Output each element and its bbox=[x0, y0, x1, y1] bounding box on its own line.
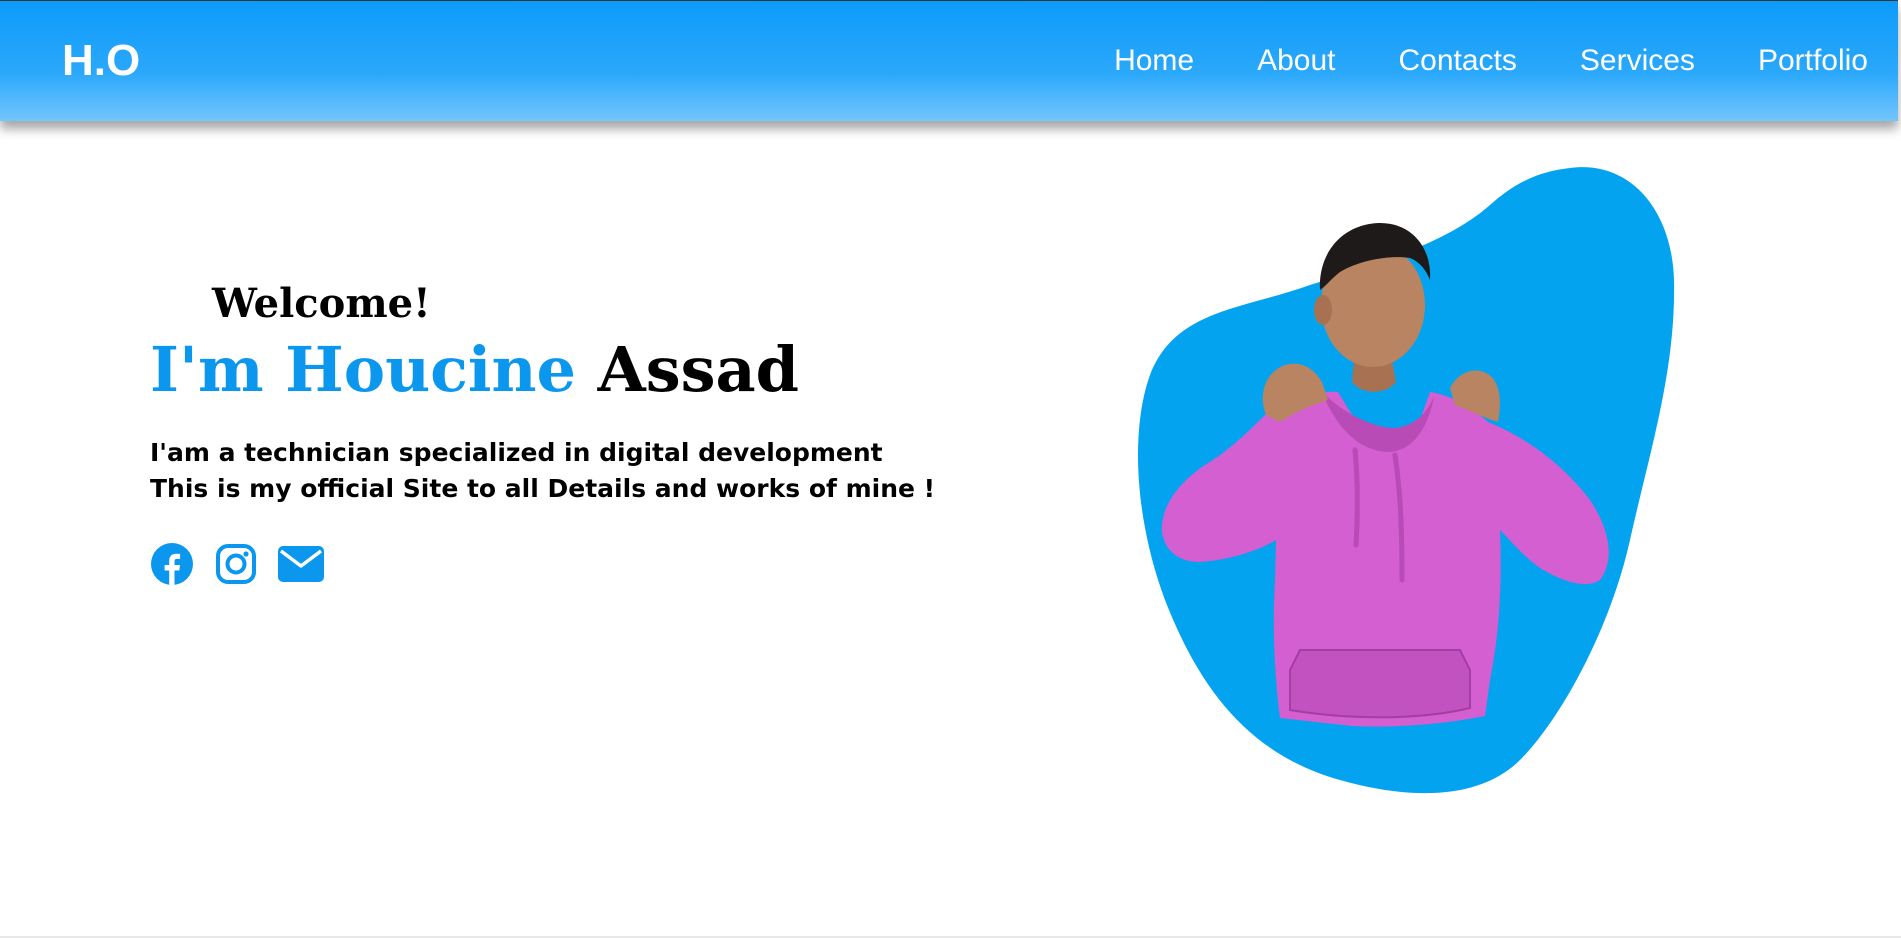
nav-link-portfolio[interactable]: Portfolio bbox=[1758, 41, 1868, 81]
hero-portrait bbox=[1090, 160, 1690, 800]
description-line-1: I'am a technician specialized in digital… bbox=[150, 438, 883, 467]
welcome-heading: Welcome! bbox=[212, 280, 431, 327]
social-links bbox=[150, 542, 324, 591]
facebook-icon[interactable] bbox=[150, 542, 194, 591]
description-line-2: This is my official Site to all Details … bbox=[150, 474, 936, 503]
name-last: Assad bbox=[597, 333, 800, 406]
instagram-icon[interactable] bbox=[214, 542, 258, 591]
name-first: I'm Houcine bbox=[150, 333, 598, 406]
nav-link-about[interactable]: About bbox=[1257, 41, 1335, 81]
envelope-icon[interactable] bbox=[278, 546, 324, 587]
nav-link-home[interactable]: Home bbox=[1114, 41, 1194, 81]
hero-description: I'am a technician specialized in digital… bbox=[150, 435, 935, 507]
nav-link-services[interactable]: Services bbox=[1580, 41, 1695, 81]
nav-links: Home About Contacts Services Portfolio bbox=[1051, 41, 1868, 81]
nav-link-contacts[interactable]: Contacts bbox=[1399, 41, 1517, 81]
top-navbar: H.O Home About Contacts Services Portfol… bbox=[0, 0, 1898, 121]
name-heading: I'm Houcine Assad bbox=[150, 330, 799, 410]
site-logo[interactable]: H.O bbox=[62, 35, 140, 87]
